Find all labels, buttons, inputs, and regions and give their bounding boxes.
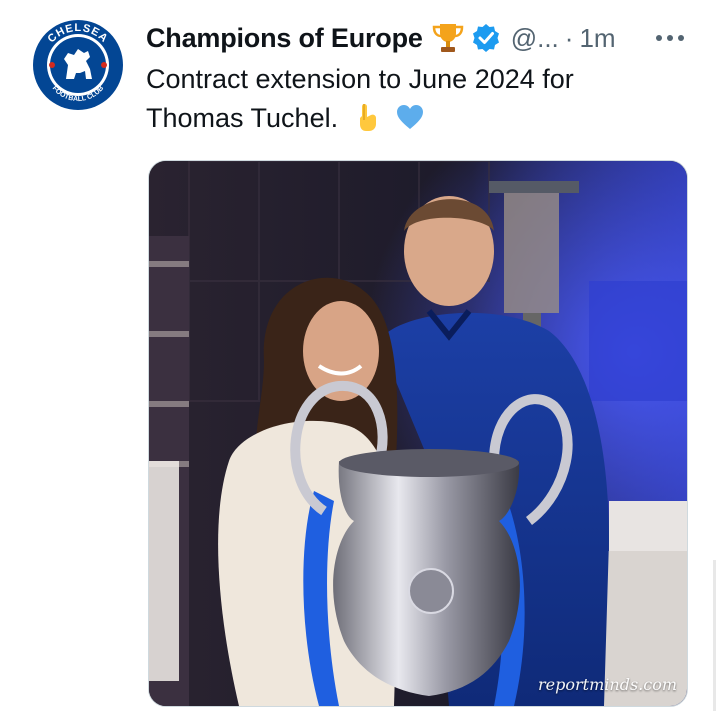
display-name[interactable]: Champions of Europe	[146, 23, 423, 54]
handle[interactable]: @...	[511, 23, 559, 54]
tweet-text-line1: Contract extension to June 2024 for	[146, 64, 574, 94]
scrollbar-edge	[713, 560, 716, 711]
timestamp[interactable]: 1m	[579, 23, 615, 54]
separator-dot: ·	[564, 22, 574, 53]
tweet-text-line2: Thomas Tuchel.	[146, 103, 339, 133]
tweet-header: Champions of Europe @... · 1m	[146, 18, 616, 58]
trophy-icon	[431, 21, 465, 55]
tweet-media-photo[interactable]: reportminds.com	[148, 160, 688, 707]
point-down-icon	[352, 102, 382, 132]
tweet-text: Contract extension to June 2024 for Thom…	[146, 60, 686, 138]
chelsea-crest-logo: CHELSEA FOOTBALL CLUB	[30, 17, 126, 113]
profile-avatar[interactable]: CHELSEA FOOTBALL CLUB	[30, 17, 126, 113]
blue-heart-icon	[395, 102, 425, 132]
verified-badge-icon	[471, 23, 501, 53]
more-options-icon[interactable]	[654, 26, 686, 50]
watermark: reportminds.com	[538, 675, 677, 694]
photo-illustration	[149, 161, 687, 706]
